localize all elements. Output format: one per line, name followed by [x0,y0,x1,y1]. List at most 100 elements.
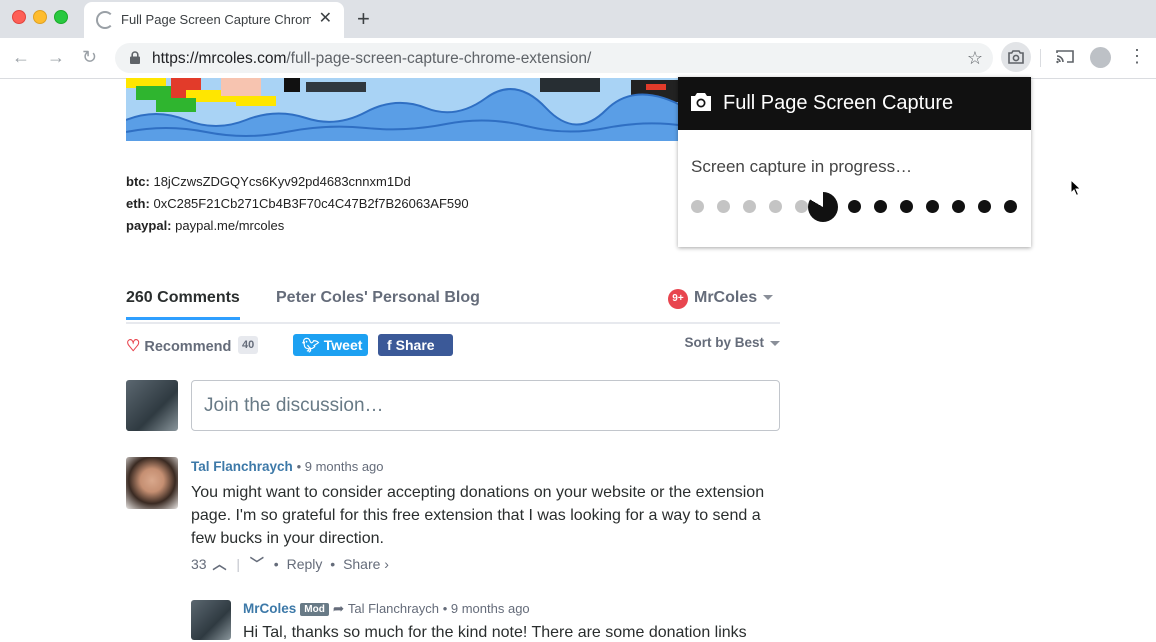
meta-separator: • [296,459,305,474]
capture-status: Screen capture in progress… [691,157,913,176]
tab-comments[interactable]: 260 Comments [126,289,240,320]
maximize-window-button[interactable] [54,10,68,24]
recommend-label: Recommend [144,339,232,355]
camera-icon [1008,50,1024,64]
comment-text: You might want to consider accepting don… [191,484,765,547]
comment-text: Hi Tal, thanks so much for the kind note… [243,624,747,641]
back-arrow-icon[interactable]: ← [12,47,30,67]
eth-line: eth: 0xC285F21Cb271Cb4B3F70c4C47B2f7B260… [126,193,469,215]
meta-separator: • [442,601,451,616]
comment-time[interactable]: 9 months ago [305,459,384,474]
recommend-count: 40 [238,336,259,354]
browser-tab[interactable]: Full Page Screen Capture Chrome Extensio… [84,2,344,38]
btc-address: 18jCzwsZDGQYcs6Kyv92pd4683cnnxm1Dd [153,174,411,189]
facebook-share-button[interactable]: f Share [378,334,453,356]
paypal-line: paypal: paypal.me/mrcoles [126,215,469,237]
btc-label: btc: [126,174,150,189]
facebook-icon: f [387,337,392,353]
pixel-art-banner [126,78,686,141]
donation-info: btc: 18jCzwsZDGQYcs6Kyv92pd4683cnnxm1Dd … [126,171,469,237]
sort-dropdown[interactable]: Sort by Best [684,335,780,350]
progress-dot [691,200,704,213]
avatar[interactable] [126,457,178,509]
share-link[interactable]: Share › [343,556,389,572]
close-window-button[interactable] [12,10,26,24]
progress-dot [978,200,992,213]
vote-count: 33 [191,556,207,572]
chevron-down-icon [763,295,774,301]
paypal-link[interactable]: paypal.me/mrcoles [175,218,284,233]
url-domain: https://mrcoles.com [152,50,287,67]
comment-time[interactable]: 9 months ago [451,601,530,616]
upvote-icon[interactable]: ︿ [212,556,226,572]
cast-icon[interactable] [1056,49,1074,64]
discussion-actions: ♡ Recommend 40 🐦︎ Tweet f Share Sort by Bes… [126,334,780,358]
share-label: Share [395,337,435,353]
reply-link[interactable]: Reply [287,556,323,572]
new-tab-button[interactable]: + [357,6,370,32]
pacman-icon [807,192,838,222]
tweet-button[interactable]: 🐦︎ Tweet [293,334,368,356]
tab-blog[interactable]: Peter Coles' Personal Blog [276,289,480,307]
progress-dot [1004,200,1018,213]
url-path: /full-page-screen-capture-chrome-extensi… [286,50,592,67]
lock-icon [130,51,140,64]
tab-title: Full Page Screen Capture Chrome Extensio… [121,12,311,27]
capture-progress [678,192,1031,232]
vote-divider: | [236,556,240,572]
downvote-icon[interactable]: ﹀ [250,556,264,572]
progress-dot [743,200,757,213]
tweet-label: Tweet [323,337,363,353]
user-name: MrColes [694,289,758,306]
progress-dot [899,200,913,213]
reload-icon[interactable]: ↻ [82,47,97,67]
popup-title: Full Page Screen Capture [723,92,954,114]
progress-dot [952,200,965,213]
tab-close-icon[interactable]: ✕ [319,10,332,28]
screen-capture-popup: Full Page Screen Capture Screen capture … [678,77,1031,247]
address-bar[interactable]: https://mrcoles.com/full-page-screen-cap… [115,43,993,73]
loading-spinner-icon [96,11,114,29]
reply-to[interactable]: Tal Flanchraych [348,601,439,616]
footer-separator: • [273,556,279,572]
banner-image [126,78,686,141]
compose-box[interactable]: Join the discussion… [191,380,780,431]
twitter-icon: 🐦︎ [302,337,320,353]
forward-arrow-icon[interactable]: → [47,47,65,67]
minimize-window-button[interactable] [33,10,47,24]
reply-arrow-icon: ➦ [332,601,345,616]
compose-placeholder: Join the discussion… [204,395,384,416]
popup-header: Full Page Screen Capture [678,77,1031,130]
paypal-label: paypal: [126,218,172,233]
footer-separator: • [330,556,336,572]
more-menu-icon[interactable]: ⋮ [1128,46,1146,66]
btc-line: btc: 18jCzwsZDGQYcs6Kyv92pd4683cnnxm1Dd [126,171,469,193]
user-menu[interactable]: MrColes [694,289,774,307]
comment-author[interactable]: MrColes [243,601,296,616]
tab-strip: Full Page Screen Capture Chrome Extensio… [0,0,1156,38]
toolbar-divider [1040,49,1041,67]
heart-icon: ♡ [126,338,141,355]
progress-dot [873,200,887,213]
bookmark-star-icon[interactable]: ☆ [967,48,983,69]
recommend-button[interactable]: ♡ Recommend [126,336,231,356]
progress-dot [769,200,783,213]
disqus-nav: 260 Comments Peter Coles' Personal Blog … [126,286,780,324]
url-text: https://mrcoles.com/full-page-screen-cap… [152,50,591,68]
mouse-cursor-icon [1070,179,1082,197]
progress-dot [847,200,861,213]
browser-toolbar: ← → ↻ https://mrcoles.com/full-page-scre… [0,38,1156,79]
notification-badge[interactable]: 9+ [668,289,688,309]
screen-capture-extension-button[interactable] [1001,42,1031,72]
profile-avatar-icon[interactable] [1090,47,1111,68]
progress-dot [795,200,809,213]
avatar[interactable] [126,380,178,431]
comment-meta: Tal Flanchraych • 9 months ago [191,459,384,474]
progress-dot [717,200,731,213]
avatar[interactable] [191,600,231,640]
sort-label: Sort by Best [684,335,764,350]
comment-author[interactable]: Tal Flanchraych [191,459,293,474]
chevron-down-icon [770,340,780,346]
reply-meta: MrColes Mod ➦ Tal Flanchraych • 9 months a… [243,601,530,617]
camera-icon [691,93,711,111]
